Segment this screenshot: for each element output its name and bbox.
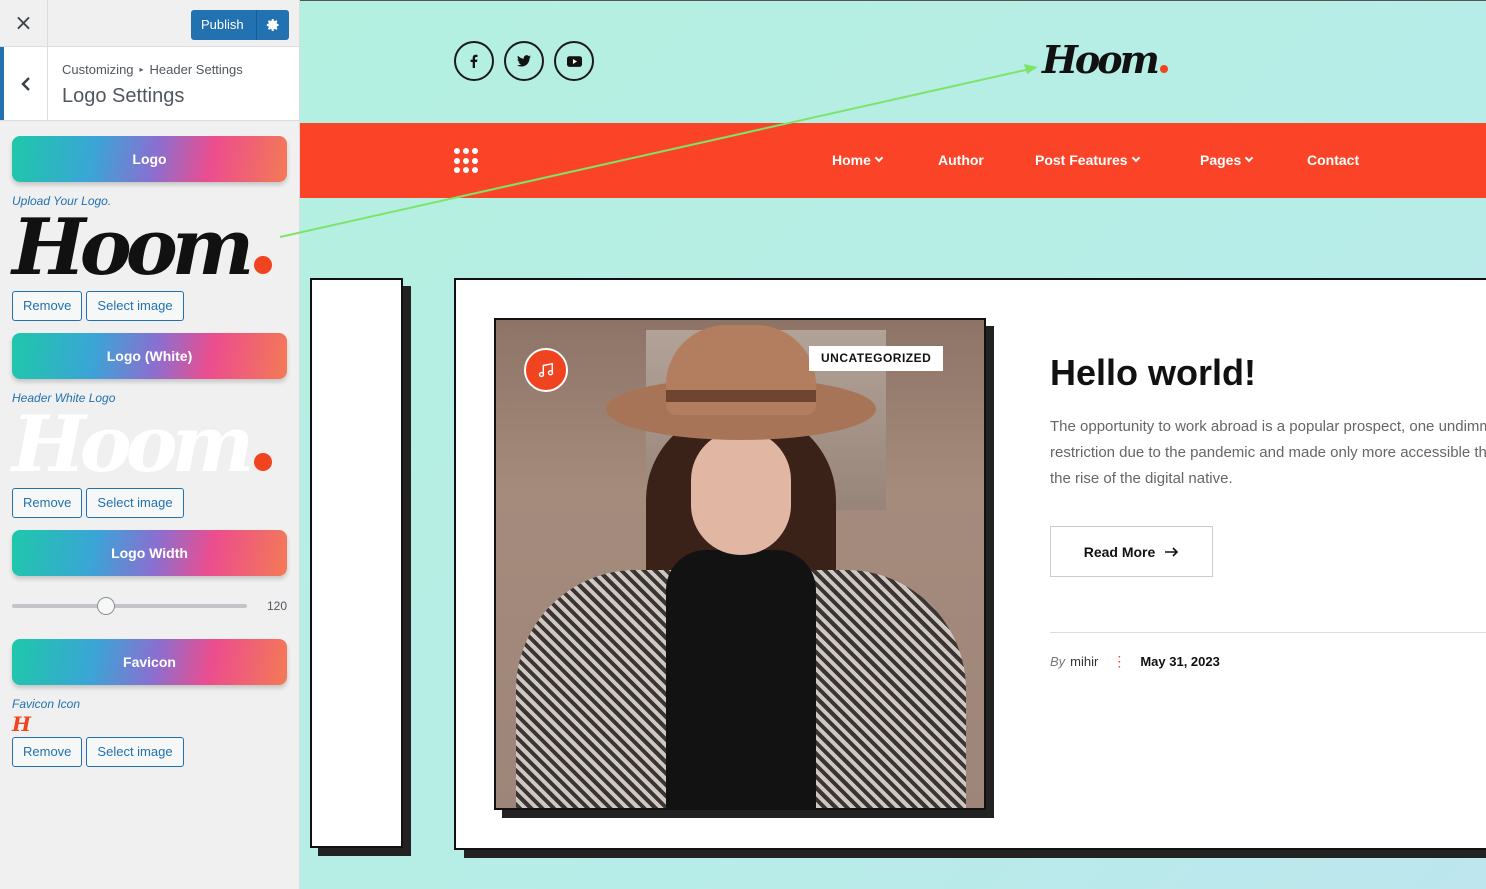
site-logo-text: Hoom — [1042, 37, 1160, 82]
logo-width-heading: Logo Width — [12, 530, 287, 576]
site-preview: Hoom Home Author Post Features Pages Con… — [300, 0, 1486, 889]
close-icon: × — [14, 11, 33, 36]
twitter-link[interactable] — [504, 41, 544, 81]
logo-dot — [254, 256, 273, 274]
back-button[interactable] — [0, 47, 48, 120]
chevron-left-icon — [20, 76, 30, 91]
nav-item-label: Post Features — [1035, 152, 1128, 168]
menu-grid-icon[interactable] — [454, 148, 480, 174]
nav-item-label: Contact — [1307, 152, 1360, 168]
close-customizer-button[interactable]: × — [0, 0, 48, 47]
publish-button[interactable]: Publish — [191, 10, 257, 40]
controls-panel: Logo Upload Your Logo. Hoom Remove Selec… — [0, 121, 299, 767]
nav-item-label: Home — [832, 152, 871, 168]
arrow-right-icon — [1165, 546, 1179, 557]
logo-preview[interactable]: Hoom — [12, 209, 287, 288]
publish-settings-button[interactable] — [256, 10, 289, 40]
excerpt-line: The opportunity to work abroad is a popu… — [1050, 418, 1486, 435]
nav-item-pages[interactable]: Pages — [1200, 152, 1254, 168]
post-divider — [1050, 632, 1486, 633]
logo-width-slider[interactable] — [12, 597, 247, 615]
site-logo-dot — [1159, 65, 1168, 73]
logo-white-preview[interactable]: Hoom — [12, 406, 287, 485]
favicon-buttons: Remove Select image — [12, 737, 287, 767]
breadcrumb: Customizing ▸ Header Settings — [62, 62, 243, 77]
logo-white-remove-button[interactable]: Remove — [12, 488, 83, 518]
excerpt-line: the rise of the digital native. — [1050, 470, 1233, 487]
favicon-description: Favicon Icon — [12, 697, 81, 711]
post-format-badge — [524, 348, 568, 392]
gear-icon — [266, 19, 279, 31]
nav-item-author[interactable]: Author — [938, 152, 984, 168]
post-meta: By mihir ⋮ May 31, 2023 — [1050, 653, 1220, 670]
logo-white-image: Hoom — [12, 399, 254, 490]
music-icon — [538, 362, 554, 378]
nav-item-post-features[interactable]: Post Features — [1035, 152, 1140, 168]
logo-width-slider-row: 120 — [12, 595, 287, 617]
photo-hat-band — [666, 390, 816, 402]
meta-by: By — [1050, 654, 1066, 669]
nav-item-contact[interactable]: Contact — [1307, 152, 1359, 168]
customizer-topbar: × Publish — [0, 0, 299, 47]
logo-image: Hoom — [12, 202, 254, 293]
logo-white-select-image-button[interactable]: Select image — [86, 488, 184, 518]
post-thumbnail[interactable]: UNCATEGORIZED — [494, 318, 986, 810]
post-title[interactable]: Hello world! — [1050, 352, 1256, 394]
main-navigation: Home Author Post Features Pages Contact — [300, 123, 1486, 198]
youtube-link[interactable] — [554, 41, 594, 81]
breadcrumb-root: Customizing — [62, 62, 134, 77]
previous-post-card — [310, 278, 403, 848]
logo-width-value: 120 — [266, 599, 287, 613]
publish-group: Publish — [191, 10, 289, 40]
photo-sweater — [666, 550, 816, 808]
read-more-label: Read More — [1083, 543, 1156, 560]
breadcrumb-parent: Header Settings — [149, 62, 243, 77]
read-more-button[interactable]: Read More — [1050, 526, 1213, 577]
section-header: Customizing ▸ Header Settings Logo Setting… — [0, 47, 299, 121]
nav-item-home[interactable]: Home — [832, 152, 884, 168]
chevron-down-icon — [1131, 153, 1140, 163]
logo-heading: Logo — [12, 136, 287, 182]
customizer-sidebar: × Publish Customizing ▸ Header Settings Lo… — [0, 0, 300, 889]
favicon-select-image-button[interactable]: Select image — [86, 737, 184, 767]
excerpt-line: restriction due to the pandemic and made… — [1050, 444, 1486, 461]
chevron-down-icon — [874, 153, 884, 163]
twitter-icon — [517, 55, 531, 67]
nav-item-label: Pages — [1200, 152, 1242, 168]
logo-white-buttons: Remove Select image — [12, 488, 287, 518]
youtube-icon — [566, 55, 582, 67]
section-title: Logo Settings — [62, 85, 185, 107]
meta-separator: ⋮ — [1112, 653, 1127, 669]
site-logo[interactable]: Hoom — [1042, 37, 1168, 82]
post-card: UNCATEGORIZED Hello world! The opportuni… — [454, 278, 1486, 850]
logo-select-image-button[interactable]: Select image — [86, 291, 184, 321]
facebook-link[interactable] — [454, 41, 494, 81]
post-excerpt: The opportunity to work abroad is a popu… — [1050, 414, 1486, 492]
category-badge[interactable]: UNCATEGORIZED — [809, 346, 944, 371]
photo-face — [691, 430, 791, 555]
logo-buttons: Remove Select image — [12, 291, 287, 321]
logo-remove-button[interactable]: Remove — [12, 291, 83, 321]
meta-author[interactable]: mihir — [1070, 654, 1098, 669]
favicon-heading: Favicon — [12, 639, 287, 685]
nav-item-label: Author — [938, 152, 984, 168]
favicon-preview[interactable]: H — [12, 712, 287, 736]
chevron-down-icon — [1245, 153, 1254, 163]
logo-width-slider-thumb[interactable] — [97, 597, 115, 615]
breadcrumb-separator: ▸ — [139, 65, 144, 74]
logo-white-heading: Logo (White) — [12, 333, 287, 379]
facebook-icon — [470, 54, 478, 68]
favicon-remove-button[interactable]: Remove — [12, 737, 83, 767]
logo-white-dot — [254, 453, 273, 471]
meta-date: May 31, 2023 — [1140, 654, 1220, 669]
